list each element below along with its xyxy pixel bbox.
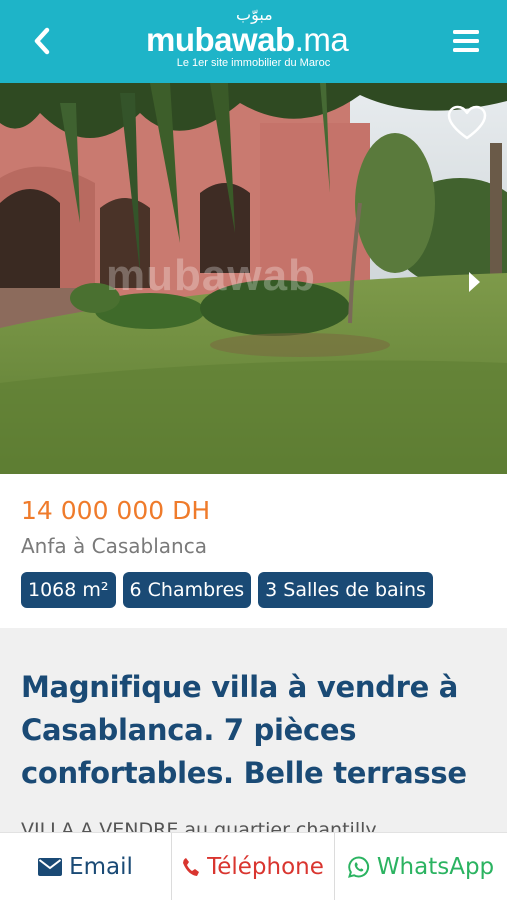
- chevron-left-icon: [34, 27, 50, 55]
- back-button[interactable]: [26, 22, 58, 60]
- whatsapp-button[interactable]: WhatsApp: [334, 833, 507, 900]
- caret-right-icon: [469, 272, 480, 292]
- whatsapp-icon: [347, 855, 369, 878]
- heart-outline-icon: [447, 105, 487, 140]
- hamburger-menu-icon: [453, 30, 479, 52]
- phone-button[interactable]: Téléphone: [171, 833, 334, 900]
- app-header: مبوّب mubawab.ma Le 1er site immobilier …: [0, 0, 507, 83]
- listing-price: 14 000 000 DH: [21, 496, 211, 525]
- phone-label: Téléphone: [207, 853, 324, 880]
- photo-watermark: mubawab: [106, 251, 316, 300]
- logo-tagline: Le 1er site immobilier du Maroc: [176, 57, 331, 69]
- bedrooms-badge: 6 Chambres: [122, 572, 252, 608]
- listing-photo[interactable]: mubawab: [0, 83, 507, 474]
- next-photo-button[interactable]: [467, 271, 481, 293]
- email-button[interactable]: Email: [0, 833, 171, 900]
- favorite-button[interactable]: [447, 105, 487, 141]
- menu-button[interactable]: [451, 24, 481, 58]
- listing-location: Anfa à Casablanca: [21, 534, 207, 558]
- bathrooms-badge: 3 Salles de bains: [258, 572, 433, 608]
- logo-tld: .ma: [294, 21, 349, 58]
- email-label: Email: [69, 853, 133, 880]
- logo-wordmark: mubawab.ma: [146, 20, 349, 60]
- whatsapp-label: WhatsApp: [376, 853, 495, 880]
- feature-badges: 1068 m² 6 Chambres 3 Salles de bains: [21, 572, 433, 608]
- phone-icon: [183, 857, 200, 876]
- logo-name: mubawab: [146, 21, 295, 58]
- listing-details: 14 000 000 DH Anfa à Casablanca 1068 m² …: [0, 474, 507, 628]
- envelope-icon: [38, 857, 63, 876]
- area-badge: 1068 m²: [21, 572, 116, 608]
- contact-action-bar: Email Téléphone WhatsApp: [0, 832, 507, 900]
- description-title: Magnifique villa à vendre à Casablanca. …: [21, 670, 467, 790]
